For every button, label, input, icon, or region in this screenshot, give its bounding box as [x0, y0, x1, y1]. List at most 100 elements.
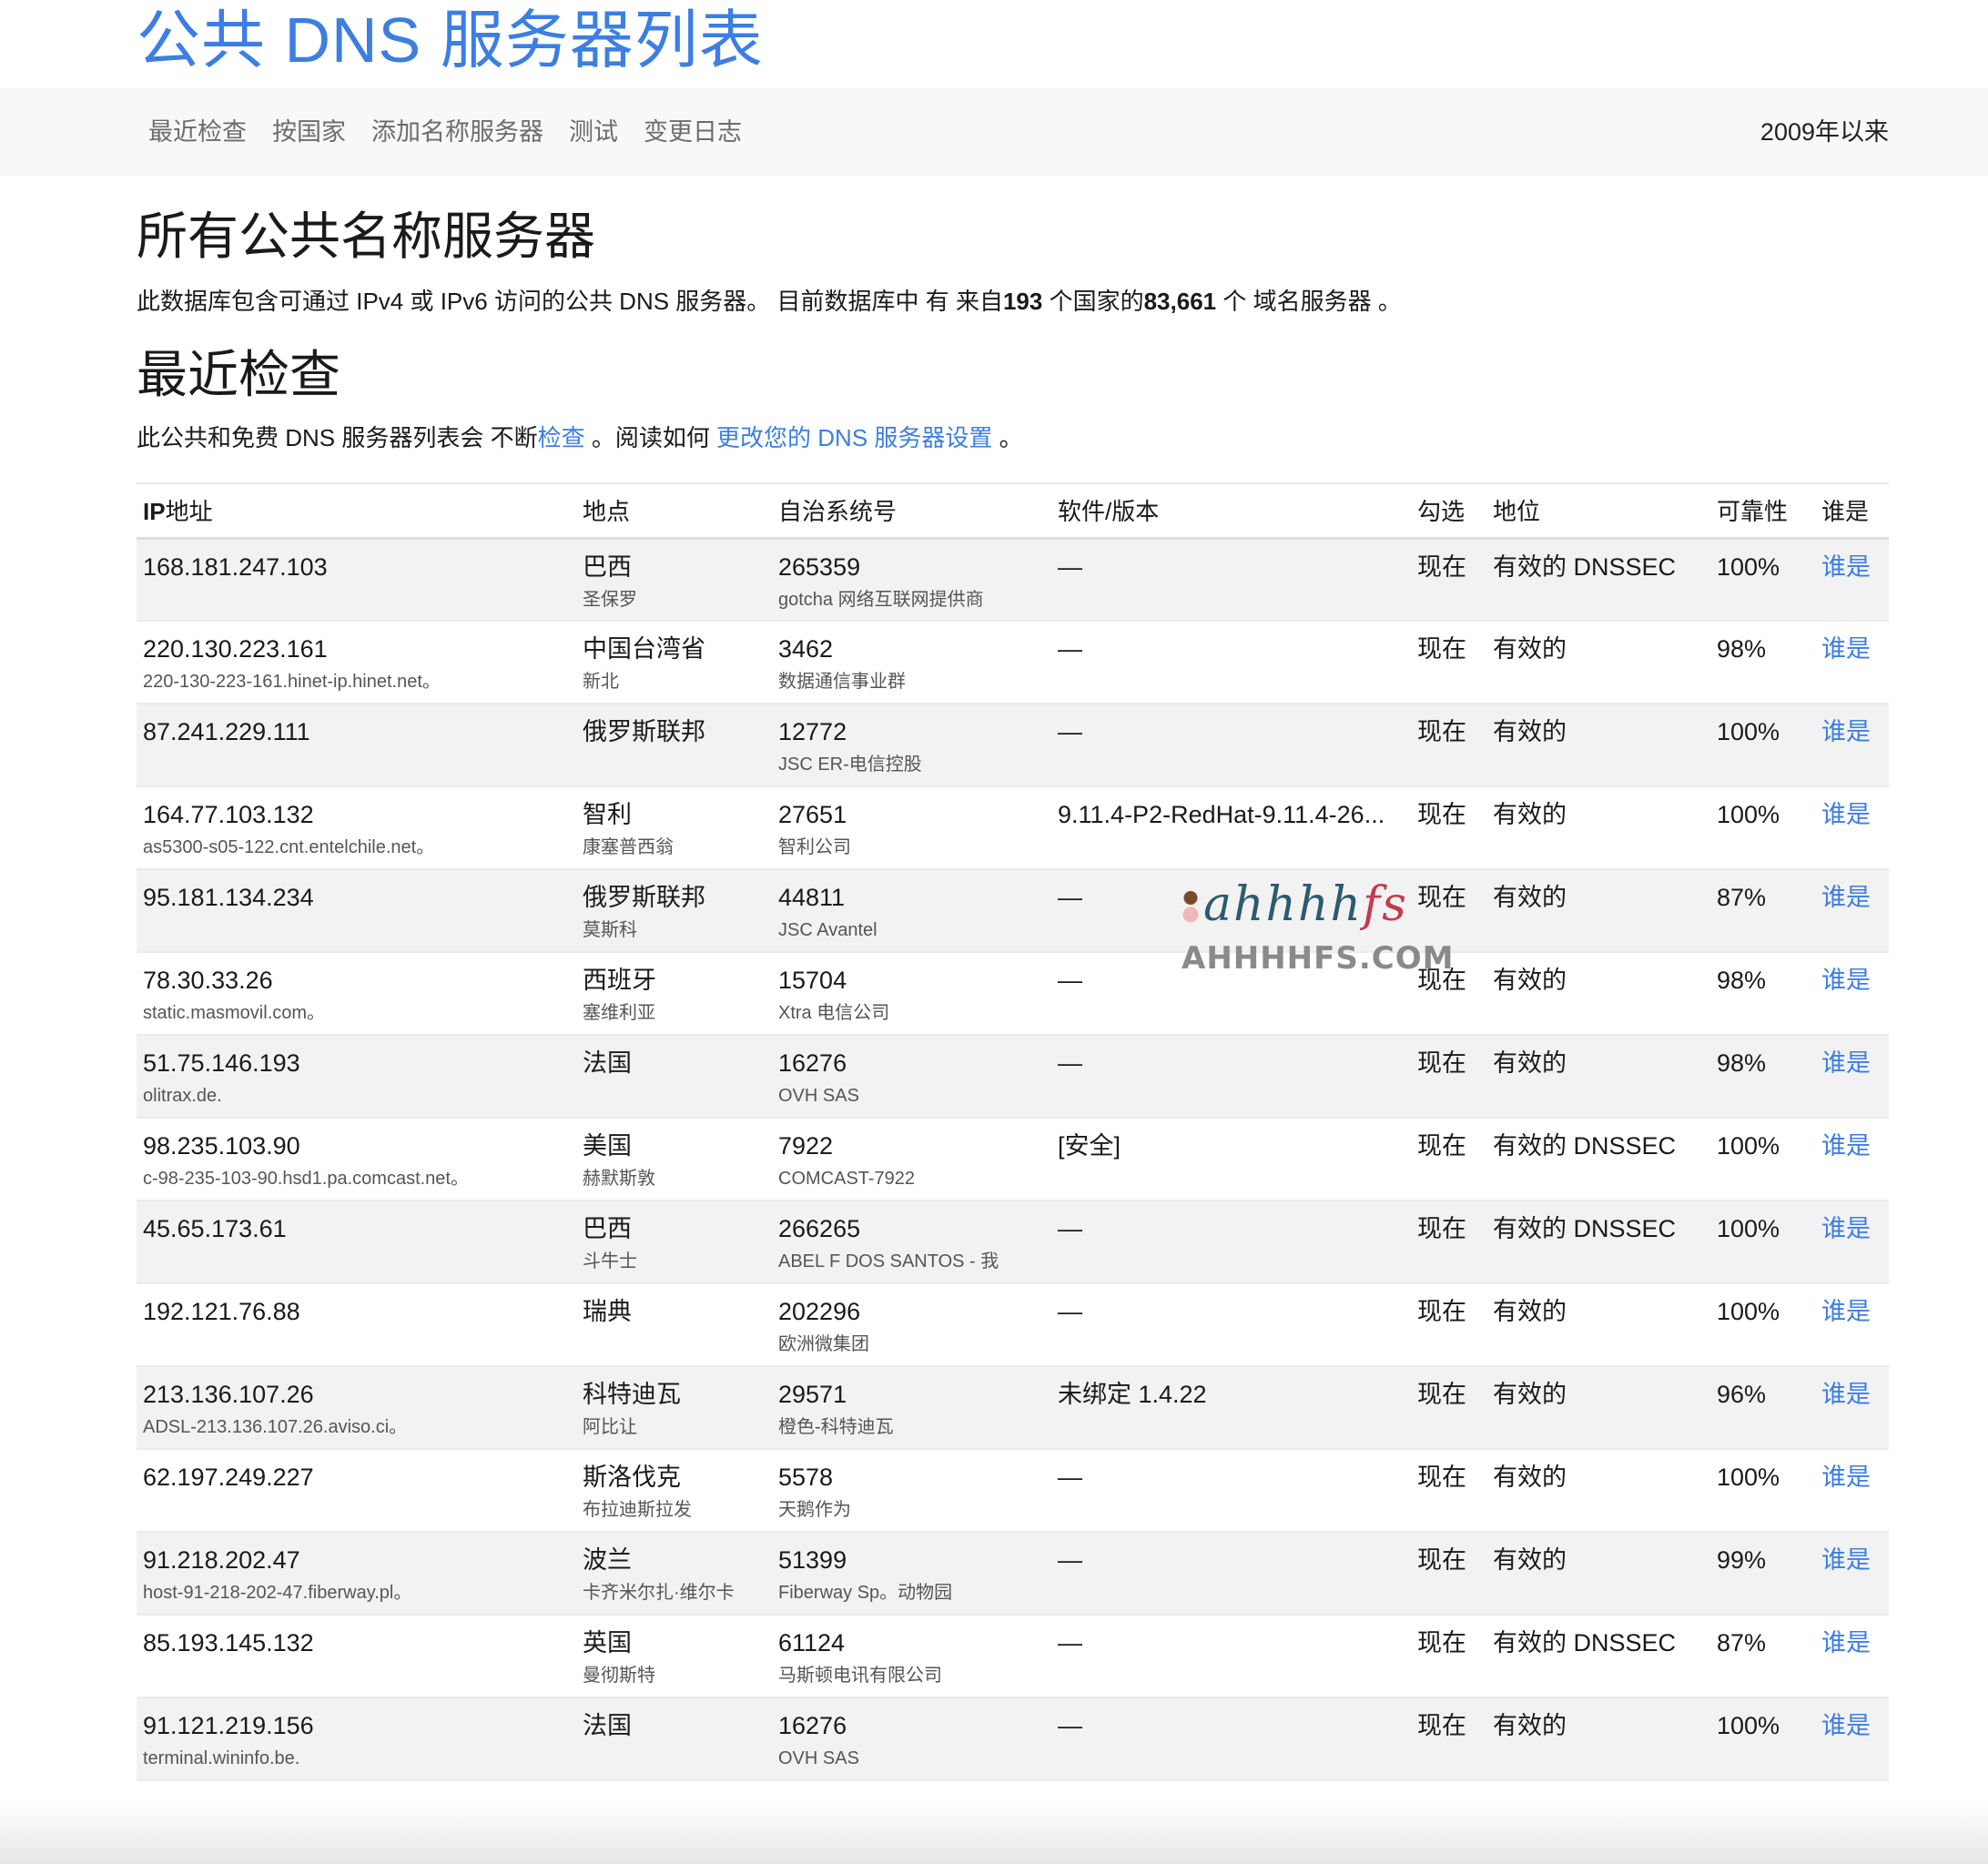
- whois-link[interactable]: 谁是: [1821, 635, 1871, 663]
- city: 斗牛士: [583, 1251, 637, 1271]
- cell-software: —: [1051, 952, 1411, 1035]
- cell-reliability: 100%: [1710, 704, 1815, 786]
- table-row: 78.30.33.26 static.masmovil.com。 西班牙 塞维利亚 15…: [137, 952, 1889, 1035]
- cell-asn: 15704 Xtra 电信公司: [772, 952, 1051, 1035]
- whois-link[interactable]: 谁是: [1821, 801, 1871, 828]
- header-asn[interactable]: 自治系统号: [772, 483, 1051, 538]
- header-ip[interactable]: IP地址: [137, 483, 576, 538]
- nav-recent-checks[interactable]: 最近检查: [148, 116, 247, 148]
- check-link[interactable]: 检查: [538, 424, 585, 451]
- table-row: 98.235.103.90 c-98-235-103-90.hsd1.pa.com…: [137, 1118, 1889, 1200]
- cell-ip: 78.30.33.26 static.masmovil.com。: [137, 952, 576, 1035]
- cell-location: 俄罗斯联邦 莫斯科: [576, 869, 772, 952]
- cell-location: 西班牙 塞维利亚: [576, 952, 772, 1035]
- asn-organization: gotcha 网络互联网提供商: [778, 589, 984, 610]
- intro-text-after: 个 域名服务器 。: [1216, 288, 1402, 315]
- checked-time: 现在: [1417, 1629, 1466, 1656]
- nav-test[interactable]: 测试: [569, 116, 618, 148]
- cell-reliability: 87%: [1710, 869, 1815, 952]
- cell-location: 巴西 斗牛士: [576, 1200, 772, 1283]
- change-dns-settings-link[interactable]: 更改您的 DNS 服务器设置: [716, 424, 992, 451]
- country: 巴西: [583, 1215, 632, 1242]
- software-version: —: [1058, 884, 1082, 911]
- country: 瑞典: [583, 1298, 632, 1325]
- since-label: 2009年以来: [1760, 118, 1889, 146]
- reliability-value: 100%: [1717, 1215, 1780, 1242]
- asn-number: 44811: [778, 884, 846, 911]
- nav-add-nameserver[interactable]: 添加名称服务器: [371, 116, 543, 148]
- country: 法国: [583, 1049, 632, 1077]
- cell-checked: 现在: [1411, 538, 1486, 621]
- whois-link[interactable]: 谁是: [1821, 884, 1871, 911]
- cell-ip: 220.130.223.161 220-130-223-161.hinet-ip.…: [137, 621, 576, 704]
- table-row: 91.218.202.47 host-91-218-202-47.fiberway…: [137, 1532, 1889, 1615]
- cell-software: —: [1051, 538, 1411, 621]
- city: 塞维利亚: [583, 1003, 655, 1023]
- header-software[interactable]: 软件/版本: [1051, 483, 1411, 538]
- ip-address: 51.75.146.193: [143, 1049, 300, 1077]
- cell-reliability: 100%: [1710, 1697, 1815, 1780]
- software-version: —: [1058, 1049, 1082, 1077]
- header-whois[interactable]: 谁是: [1815, 483, 1889, 538]
- header-location[interactable]: 地点: [576, 483, 772, 538]
- asn-organization: 数据通信事业群: [778, 672, 906, 692]
- table-row: 45.65.173.61 巴西 斗牛士 266265 ABEL F DOS SANTOS…: [137, 1200, 1889, 1283]
- header-checked[interactable]: 勾选: [1411, 483, 1486, 538]
- nav-changelog[interactable]: 变更日志: [644, 116, 742, 148]
- whois-link[interactable]: 谁是: [1821, 1132, 1871, 1160]
- status-text: 有效的 DNSSEC: [1493, 1215, 1677, 1242]
- cell-reliability: 98%: [1710, 1035, 1815, 1118]
- hostname: olitrax.de.: [143, 1086, 222, 1106]
- whois-link[interactable]: 谁是: [1821, 1712, 1871, 1739]
- cell-checked: 现在: [1411, 869, 1486, 952]
- checked-time: 现在: [1417, 1132, 1466, 1160]
- software-version: —: [1058, 967, 1082, 994]
- cell-whois: 谁是: [1815, 952, 1889, 1035]
- country: 法国: [583, 1712, 632, 1739]
- asn-number: 266265: [778, 1215, 861, 1242]
- cell-asn: 61124 马斯顿电讯有限公司: [772, 1615, 1051, 1697]
- status-text: 有效的: [1493, 967, 1567, 994]
- header-status[interactable]: 地位: [1486, 483, 1710, 538]
- servers-table-wrap: IP地址 地点 自治系统号 软件/版本 勾选 地位 可靠性 谁是 168.181…: [137, 482, 1889, 1781]
- cell-checked: 现在: [1411, 952, 1486, 1035]
- whois-link[interactable]: 谁是: [1821, 967, 1871, 994]
- cell-asn: 44811 JSC Avantel: [772, 869, 1051, 952]
- table-header: IP地址 地点 自治系统号 软件/版本 勾选 地位 可靠性 谁是: [137, 483, 1889, 538]
- cell-reliability: 100%: [1710, 538, 1815, 621]
- asn-organization: OVH SAS: [778, 1748, 859, 1768]
- table-row: 51.75.146.193 olitrax.de. 法国 16276 OVH SAS — 现…: [137, 1035, 1889, 1118]
- whois-link[interactable]: 谁是: [1821, 1546, 1871, 1574]
- whois-link[interactable]: 谁是: [1821, 1215, 1871, 1242]
- asn-number: 3462: [778, 635, 834, 663]
- nav-by-country[interactable]: 按国家: [272, 116, 346, 148]
- cell-reliability: 100%: [1710, 1118, 1815, 1200]
- asn-organization: JSC Avantel: [778, 920, 877, 940]
- software-version: —: [1058, 718, 1082, 745]
- cell-status: 有效的: [1486, 952, 1710, 1035]
- site-title[interactable]: 公共 DNS 服务器列表: [137, 2, 764, 78]
- whois-link[interactable]: 谁是: [1821, 553, 1871, 581]
- table-row: 168.181.247.103 巴西 圣保罗 265359 gotcha 网络互联网提供…: [137, 538, 1889, 621]
- cell-status: 有效的 DNSSEC: [1486, 1615, 1710, 1697]
- country: 波兰: [583, 1546, 632, 1574]
- cell-reliability: 100%: [1710, 1449, 1815, 1532]
- cell-ip: 192.121.76.88: [137, 1283, 576, 1366]
- whois-link[interactable]: 谁是: [1821, 1629, 1871, 1656]
- ip-address: 168.181.247.103: [143, 552, 328, 581]
- cell-whois: 谁是: [1815, 1283, 1889, 1366]
- header-reliability[interactable]: 可靠性: [1710, 483, 1815, 538]
- cell-software: —: [1051, 1615, 1411, 1697]
- whois-link[interactable]: 谁是: [1821, 1049, 1871, 1077]
- whois-link[interactable]: 谁是: [1821, 1381, 1871, 1408]
- nav-links: 最近检查 按国家 添加名称服务器 测试 变更日志: [148, 116, 742, 148]
- status-text: 有效的: [1493, 1546, 1567, 1574]
- whois-link[interactable]: 谁是: [1821, 718, 1871, 745]
- whois-link[interactable]: 谁是: [1821, 1464, 1871, 1491]
- cell-asn: 16276 OVH SAS: [772, 1697, 1051, 1780]
- table-row: 220.130.223.161 220-130-223-161.hinet-ip.…: [137, 621, 1889, 704]
- whois-link[interactable]: 谁是: [1821, 1298, 1871, 1325]
- checked-time: 现在: [1417, 552, 1466, 581]
- cell-location: 俄罗斯联邦: [576, 704, 772, 786]
- software-version: —: [1058, 1298, 1082, 1325]
